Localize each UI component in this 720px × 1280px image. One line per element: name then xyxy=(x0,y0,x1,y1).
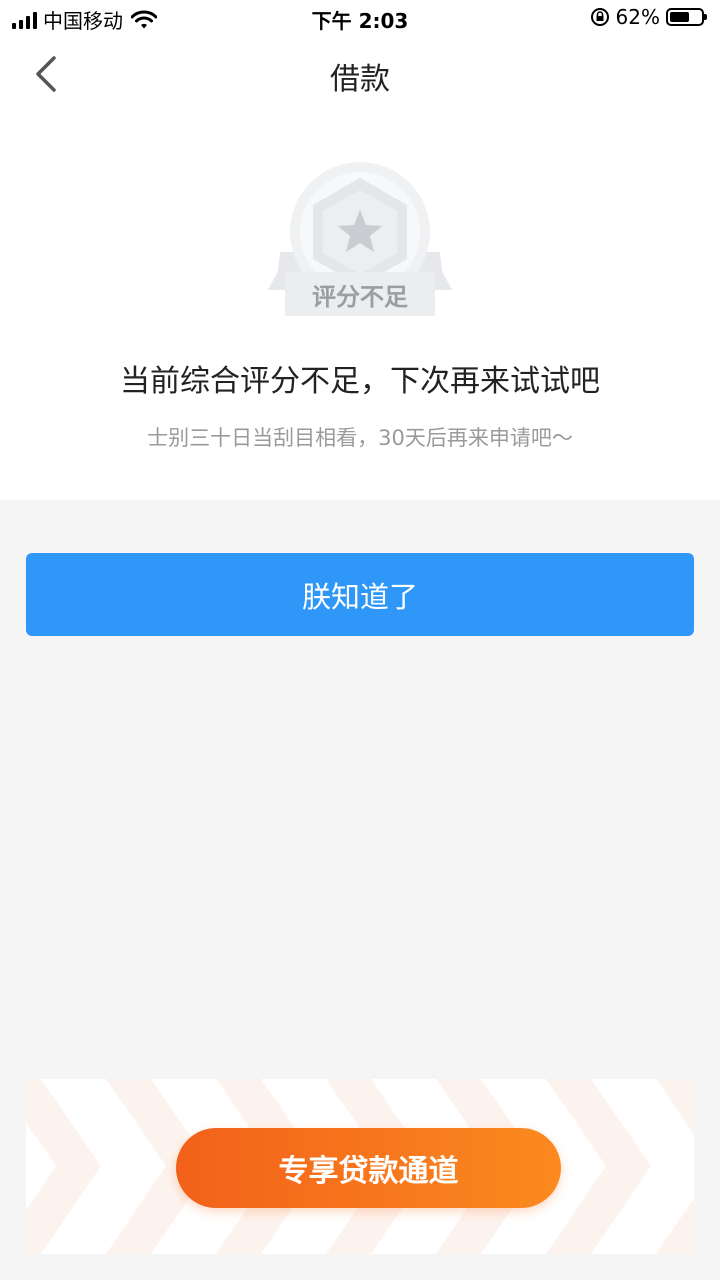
page-title: 借款 xyxy=(330,62,390,97)
battery-icon xyxy=(666,8,707,26)
battery-level xyxy=(670,12,689,22)
exclusive-loan-button[interactable]: 专享贷款通道 xyxy=(176,1128,561,1208)
status-right: 62% xyxy=(590,5,707,29)
rotation-lock-icon xyxy=(590,8,609,26)
result-message: 当前综合评分不足，下次再来试试吧 xyxy=(120,364,600,399)
badge-label: 评分不足 xyxy=(312,282,408,311)
battery-percent: 62% xyxy=(615,5,660,29)
promo-banner: 专享贷款通道 xyxy=(26,1079,694,1254)
score-badge: 评分不足 xyxy=(260,160,460,325)
acknowledge-button[interactable]: 朕知道了 xyxy=(26,553,694,636)
result-submessage: 士别三十日当刮目相看，30天后再来申请吧～ xyxy=(147,426,573,450)
status-bar: 中国移动 下午 2:03 62% xyxy=(0,0,720,36)
nav-bar: 借款 xyxy=(0,36,720,110)
